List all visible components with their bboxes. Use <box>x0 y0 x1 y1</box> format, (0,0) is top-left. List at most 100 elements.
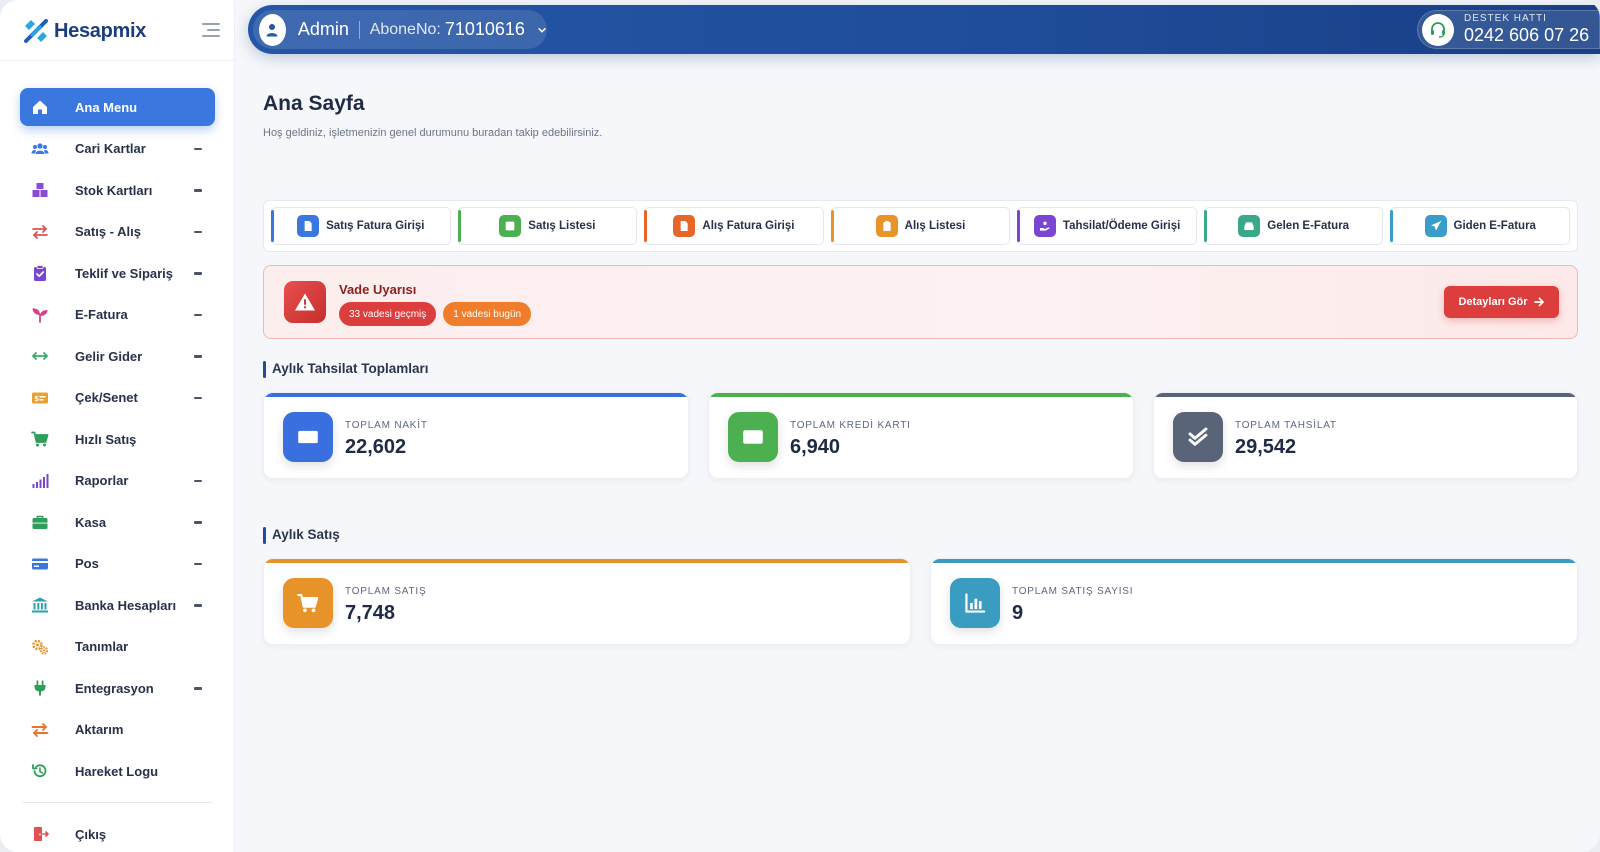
sidebar-item-cari-kartlar[interactable]: Cari Kartlar <box>20 130 215 168</box>
arrows-horizontal-icon <box>30 346 50 366</box>
stat-card-accent <box>1154 393 1577 397</box>
sidebar-item-label: Satış - Alış <box>75 224 141 239</box>
file-invoice-icon <box>673 215 696 237</box>
credit-card-icon <box>30 554 50 574</box>
quick-action-accent <box>1390 210 1394 242</box>
sidebar-item-label: Cari Kartlar <box>75 141 146 156</box>
user-pill-divider <box>358 20 360 39</box>
brand[interactable]: Hesapmix <box>22 16 146 46</box>
logout-button[interactable]: Çıkış <box>20 815 215 852</box>
cash-icon <box>283 412 333 462</box>
stat-card-accent <box>264 393 688 397</box>
quick-action-button[interactable]: Gelen E-Fatura <box>1203 207 1384 245</box>
quick-action-label: Alış Listesi <box>904 220 966 232</box>
home-icon <box>30 97 50 117</box>
sidebar-item-stok-kartları[interactable]: Stok Kartları <box>20 171 215 209</box>
stat-card-value: 22,602 <box>345 436 407 458</box>
inbox-icon <box>1238 215 1261 237</box>
quick-action-button[interactable]: Giden E-Fatura <box>1390 207 1571 245</box>
clipboard-check-icon <box>30 263 50 283</box>
sidebar-item-label: Teklif ve Sipariş <box>75 265 174 281</box>
quick-action-label: Giden E-Fatura <box>1453 220 1536 232</box>
overdue-badge[interactable]: 33 vadesi geçmiş <box>339 302 437 326</box>
stat-card-accent <box>709 393 1133 397</box>
stat-card-value: 6,940 <box>790 436 841 458</box>
sidebar-item-hızlı-satış[interactable]: Hızlı Satış <box>20 420 215 458</box>
abone-label: AboneNo: <box>369 20 441 38</box>
quick-action-label: Tahsilat/Ödeme Girişi <box>1062 220 1181 232</box>
warning-icon <box>284 281 326 323</box>
sidebar-item-ana-menu[interactable]: Ana Menu <box>20 88 215 126</box>
user-menu-button[interactable]: Admin AboneNo: 71010616 <box>253 10 547 49</box>
money-check-icon: $ <box>30 388 50 408</box>
sidebar-item-banka-hesapları[interactable]: Banka Hesapları <box>20 586 215 624</box>
quick-action-button[interactable]: Satış Listesi <box>457 207 638 245</box>
collapse-minus-icon[interactable] <box>194 396 202 399</box>
sidebar-item-e-fatura[interactable]: E-Fatura <box>20 296 215 334</box>
list-icon <box>499 215 522 237</box>
collapse-minus-icon[interactable] <box>194 147 202 150</box>
collapse-minus-icon[interactable] <box>194 562 202 565</box>
sidebar-item-gelir-gider[interactable]: Gelir Gider <box>20 337 215 375</box>
sidebar-item-label: Stok Kartları <box>75 182 153 198</box>
sidebar-item-label: Ana Menu <box>75 99 138 115</box>
stat-card-label: TOPLAM KREDİ KARTI <box>790 420 911 431</box>
sidebar: Hesapmix Ana Menu Cari Kartlar Stok Kartla… <box>0 0 235 852</box>
users-icon <box>30 139 50 159</box>
arrow-right-icon <box>1533 297 1544 307</box>
sidebar-item-hareket-logu[interactable]: Hareket Logu <box>20 752 215 790</box>
credit-card-icon <box>728 412 778 462</box>
sidebar-item-label: Banka Hesapları <box>75 597 177 613</box>
brand-logo-icon <box>24 19 48 43</box>
quick-action-accent <box>271 210 274 242</box>
svg-text:$: $ <box>34 395 39 403</box>
sidebar-item-entegrasyon[interactable]: Entegrasyon <box>20 669 215 707</box>
stat-card-value: 29,542 <box>1235 436 1297 458</box>
collapse-minus-icon[interactable] <box>194 272 202 275</box>
quick-action-label: Alış Fatura Girişi <box>702 220 795 232</box>
quick-action-button[interactable]: Alış Fatura Girişi <box>644 207 824 245</box>
stat-card: TOPLAM TAHSİLAT 29,542 <box>1153 392 1578 479</box>
stat-card-label: TOPLAM SATIŞ <box>345 586 427 597</box>
sidebar-item-satış-alış[interactable]: Satış - Alış <box>20 213 215 251</box>
menu-divider <box>22 802 212 803</box>
due-today-badge[interactable]: 1 vadesi bugün <box>443 302 532 326</box>
app-window: Hesapmix Ana Menu Cari Kartlar Stok Kartla… <box>0 0 1600 852</box>
collapse-minus-icon[interactable] <box>194 355 202 358</box>
quick-action-button[interactable]: Satış Fatura Girişi <box>271 207 451 245</box>
collapse-minus-icon[interactable] <box>194 313 202 316</box>
bar-chart-icon <box>950 578 1000 628</box>
sidebar-menu: Ana Menu Cari Kartlar Stok Kartları Satış -… <box>20 88 215 852</box>
sidebar-item-teklif-ve-sipariş[interactable]: Teklif ve Sipariş <box>20 254 215 292</box>
sidebar-toggle-icon[interactable] <box>200 20 220 40</box>
cart-icon <box>283 578 333 628</box>
user-name: Admin <box>297 19 349 39</box>
sidebar-item-tanımlar[interactable]: Tanımlar <box>20 628 215 666</box>
collapse-minus-icon[interactable] <box>194 189 202 192</box>
brand-name: Hesapmix <box>54 19 147 42</box>
collapse-minus-icon[interactable] <box>194 230 202 233</box>
sidebar-item-kasa[interactable]: Kasa <box>20 503 215 541</box>
seedling-icon <box>30 305 50 325</box>
sidebar-item-raporlar[interactable]: Raporlar <box>20 462 215 500</box>
due-date-alert: Vade Uyarısı 33 vadesi geçmiş 1 vadesi b… <box>263 265 1578 339</box>
logout-label: Çıkış <box>75 826 107 842</box>
view-details-button[interactable]: Detayları Gör <box>1444 286 1559 318</box>
sidebar-item-label: Hareket Logu <box>75 763 159 779</box>
sidebar-item-pos[interactable]: Pos <box>20 545 215 583</box>
collapse-minus-icon[interactable] <box>194 479 202 482</box>
view-details-label: Detayları Gör <box>1458 296 1528 308</box>
sidebar-item-label: E-Fatura <box>75 307 128 322</box>
history-icon <box>30 761 50 781</box>
collapse-minus-icon[interactable] <box>194 687 202 690</box>
cart-icon <box>30 429 50 449</box>
sidebar-item-aktarım[interactable]: Aktarım <box>20 711 215 749</box>
collapse-minus-icon[interactable] <box>194 521 202 524</box>
support-line[interactable]: DESTEK HATTI 0242 606 07 26 <box>1417 10 1600 49</box>
sidebar-item-çek-senet[interactable]: $ Çek/Senet <box>20 379 215 417</box>
briefcase-icon <box>30 512 50 532</box>
bank-icon <box>30 595 50 615</box>
quick-action-button[interactable]: Tahsilat/Ödeme Girişi <box>1017 207 1197 245</box>
collapse-minus-icon[interactable] <box>194 604 202 607</box>
quick-action-button[interactable]: Alış Listesi <box>830 207 1011 245</box>
